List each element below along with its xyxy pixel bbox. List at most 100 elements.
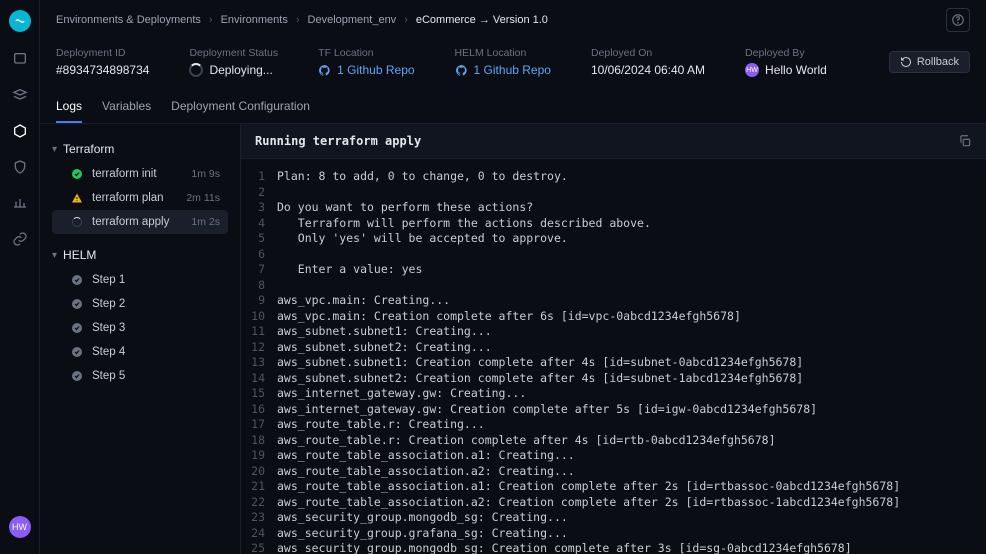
meta-label: Deployment ID	[56, 47, 149, 59]
step-item[interactable]: terraform plan2m 11s	[52, 186, 228, 210]
log-line: 14aws_subnet.subnet2: Creation complete …	[241, 371, 986, 387]
nav-shield-icon[interactable]	[11, 158, 29, 176]
log-line: 23aws_security_group.mongodb_sg: Creatin…	[241, 510, 986, 526]
log-line: 2	[241, 185, 986, 201]
nav-hexagon-icon[interactable]	[11, 122, 29, 140]
step-item[interactable]: Step 5	[52, 364, 228, 388]
breadcrumb-item[interactable]: Development_env	[308, 14, 397, 26]
step-item[interactable]: Step 3	[52, 316, 228, 340]
log-line: 24aws_security_group.grafana_sg: Creatin…	[241, 526, 986, 542]
log-line: 3Do you want to perform these actions?	[241, 200, 986, 216]
tab-config[interactable]: Deployment Configuration	[171, 91, 310, 123]
copy-icon	[958, 134, 972, 148]
log-title: Running terraform apply	[255, 134, 421, 148]
helm-location-link[interactable]: 1 Github Repo	[455, 63, 551, 77]
meta-label: Deployed By	[745, 47, 827, 59]
log-line: 21aws_route_table_association.a1: Creati…	[241, 479, 986, 495]
deployment-id: #8934734898734	[56, 63, 149, 77]
nav-stack-icon[interactable]	[11, 86, 29, 104]
step-label: Step 3	[92, 322, 220, 334]
nav-link-icon[interactable]	[11, 230, 29, 248]
log-line: 12aws_subnet.subnet2: Creating...	[241, 340, 986, 356]
chevron-down-icon: ▾	[52, 144, 57, 155]
log-line: 15aws_internet_gateway.gw: Creating...	[241, 386, 986, 402]
user-avatar[interactable]: HW	[9, 516, 31, 538]
meta-label: Deployed On	[591, 47, 705, 59]
log-line: 18aws_route_table.r: Creation complete a…	[241, 433, 986, 449]
nav-dashboard-icon[interactable]	[11, 50, 29, 68]
github-icon	[318, 64, 331, 77]
app-logo[interactable]	[9, 10, 31, 32]
rollback-button[interactable]: Rollback	[889, 51, 970, 73]
step-label: Step 2	[92, 298, 220, 310]
log-line: 20aws_route_table_association.a2: Creati…	[241, 464, 986, 480]
copy-button[interactable]	[958, 134, 972, 148]
group-helm[interactable]: ▾ HELM	[52, 242, 228, 268]
deployed-by: HW Hello World	[745, 63, 827, 77]
step-item[interactable]: terraform init1m 9s	[52, 162, 228, 186]
deployment-meta: Deployment ID #8934734898734 Deployment …	[40, 37, 986, 91]
chevron-right-icon: ›	[296, 14, 300, 26]
log-line: 22aws_route_table_association.a2: Creati…	[241, 495, 986, 511]
step-label: Step 4	[92, 346, 220, 358]
step-status-icon	[70, 273, 84, 287]
rollback-icon	[900, 56, 912, 68]
user-dot-icon: HW	[745, 63, 759, 77]
log-line: 17aws_route_table.r: Creating...	[241, 417, 986, 433]
group-terraform[interactable]: ▾ Terraform	[52, 136, 228, 162]
log-line: 7 Enter a value: yes	[241, 262, 986, 278]
step-time: 1m 2s	[191, 216, 220, 228]
log-line: 5 Only 'yes' will be accepted to approve…	[241, 231, 986, 247]
breadcrumb-item[interactable]: Environments & Deployments	[56, 14, 201, 26]
spinner-icon	[189, 63, 203, 77]
meta-label: Deployment Status	[189, 47, 278, 59]
log-line: 4 Terraform will perform the actions des…	[241, 216, 986, 232]
help-button[interactable]	[946, 8, 970, 32]
log-line: 10aws_vpc.main: Creation complete after …	[241, 309, 986, 325]
step-status-icon	[70, 191, 84, 205]
chevron-down-icon: ▾	[52, 250, 57, 261]
breadcrumb-item[interactable]: Environments	[221, 14, 288, 26]
log-line: 16aws_internet_gateway.gw: Creation comp…	[241, 402, 986, 418]
step-status-icon	[70, 321, 84, 335]
tabs: Logs Variables Deployment Configuration	[40, 91, 986, 124]
step-status-icon	[70, 369, 84, 383]
nav-infra-icon[interactable]	[11, 194, 29, 212]
log-line: 13aws_subnet.subnet1: Creation complete …	[241, 355, 986, 371]
log-line: 1Plan: 8 to add, 0 to change, 0 to destr…	[241, 169, 986, 185]
step-item[interactable]: terraform apply1m 2s	[52, 210, 228, 234]
step-time: 1m 9s	[191, 168, 220, 180]
log-line: 11aws_subnet.subnet1: Creating...	[241, 324, 986, 340]
tab-logs[interactable]: Logs	[56, 91, 82, 123]
log-line: 6	[241, 247, 986, 263]
step-item[interactable]: Step 1	[52, 268, 228, 292]
breadcrumb-current: eCommerce → Version 1.0	[416, 14, 548, 26]
step-status-icon	[70, 345, 84, 359]
step-label: terraform apply	[92, 216, 191, 228]
step-status-icon	[70, 215, 84, 229]
steps-sidebar: ▾ Terraform terraform init1m 9sterraform…	[40, 124, 240, 554]
chevron-right-icon: ›	[404, 14, 408, 26]
deployed-on: 10/06/2024 06:40 AM	[591, 63, 705, 77]
step-status-icon	[70, 167, 84, 181]
step-item[interactable]: Step 2	[52, 292, 228, 316]
log-line: 8	[241, 278, 986, 294]
step-time: 2m 11s	[186, 192, 220, 204]
step-item[interactable]: Step 4	[52, 340, 228, 364]
breadcrumb: Environments & Deployments › Environment…	[56, 14, 548, 26]
step-status-icon	[70, 297, 84, 311]
chevron-right-icon: ›	[209, 14, 213, 26]
log-line: 9aws_vpc.main: Creating...	[241, 293, 986, 309]
log-line: 25aws_security_group.mongodb_sg: Creatio…	[241, 541, 986, 554]
tf-location-link[interactable]: 1 Github Repo	[318, 63, 414, 77]
step-label: Step 1	[92, 274, 220, 286]
meta-label: HELM Location	[455, 47, 551, 59]
tab-variables[interactable]: Variables	[102, 91, 151, 123]
deployment-status: Deploying...	[189, 63, 278, 77]
step-label: terraform init	[92, 168, 191, 180]
step-label: terraform plan	[92, 192, 186, 204]
step-label: Step 5	[92, 370, 220, 382]
nav-rail: HW	[0, 0, 40, 554]
meta-label: TF Location	[318, 47, 414, 59]
log-output[interactable]: 1Plan: 8 to add, 0 to change, 0 to destr…	[241, 159, 986, 554]
